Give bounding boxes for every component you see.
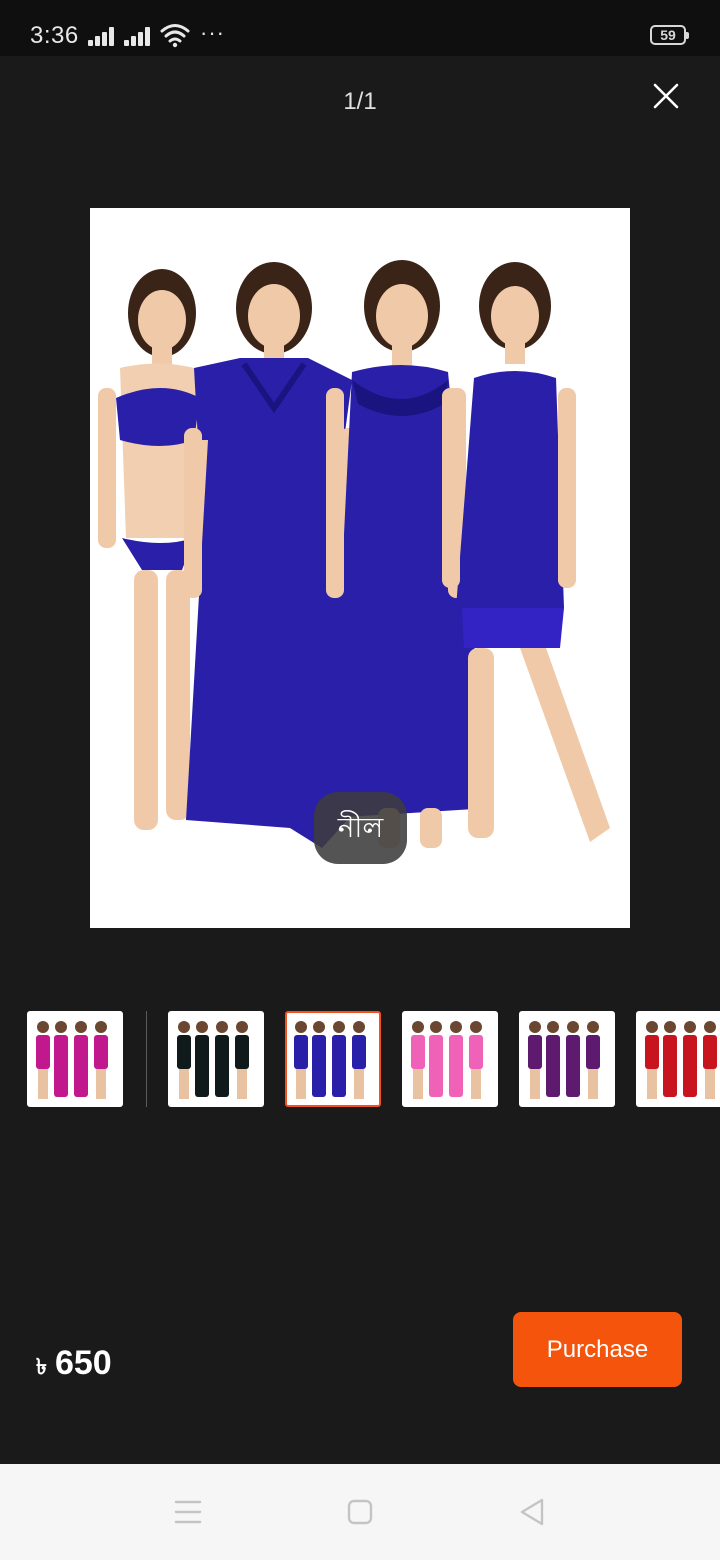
thumbnail-4[interactable]: [402, 1011, 498, 1107]
thumbnail-2[interactable]: [168, 1011, 264, 1107]
price-value: 650: [54, 1344, 112, 1382]
thumbnail-image: [177, 1021, 249, 1099]
wifi-icon: [160, 24, 190, 48]
thumbnail-image: [528, 1021, 600, 1099]
price: ৳ 650: [36, 1344, 112, 1387]
thumbnail-image: [36, 1021, 108, 1099]
thumbnail-image: [411, 1021, 483, 1099]
page-counter: 1/1: [343, 88, 377, 115]
home-icon[interactable]: [336, 1488, 384, 1536]
menu-icon[interactable]: [164, 1488, 212, 1536]
thumbnail-3[interactable]: [285, 1011, 381, 1107]
status-time: 3:36: [30, 22, 79, 49]
close-icon[interactable]: [646, 78, 686, 118]
signal-icon: [124, 26, 152, 46]
thumbnail-5[interactable]: [519, 1011, 615, 1107]
signal-icon: [88, 26, 116, 46]
thumbnail-image: [294, 1021, 366, 1099]
thumbnail-image: [645, 1021, 717, 1099]
more-indicator: ···: [200, 20, 225, 45]
battery-level: 59: [660, 27, 676, 43]
selected-color-label: নীল: [314, 792, 407, 864]
thumbnail-1[interactable]: [27, 1011, 123, 1107]
status-bar: 3:36 ··· 59: [0, 0, 720, 56]
thumbnail-divider: [146, 1011, 147, 1107]
purchase-button[interactable]: Purchase: [513, 1312, 682, 1387]
currency-symbol: ৳: [36, 1354, 47, 1379]
product-image-viewer: 3:36 ··· 59 1/1 নীল ৳ 650 Purchase: [0, 0, 720, 1560]
thumbnail-6[interactable]: [636, 1011, 720, 1107]
navigation-bar: [0, 1464, 720, 1560]
back-icon[interactable]: [508, 1488, 556, 1536]
battery-icon: 59: [650, 25, 689, 45]
